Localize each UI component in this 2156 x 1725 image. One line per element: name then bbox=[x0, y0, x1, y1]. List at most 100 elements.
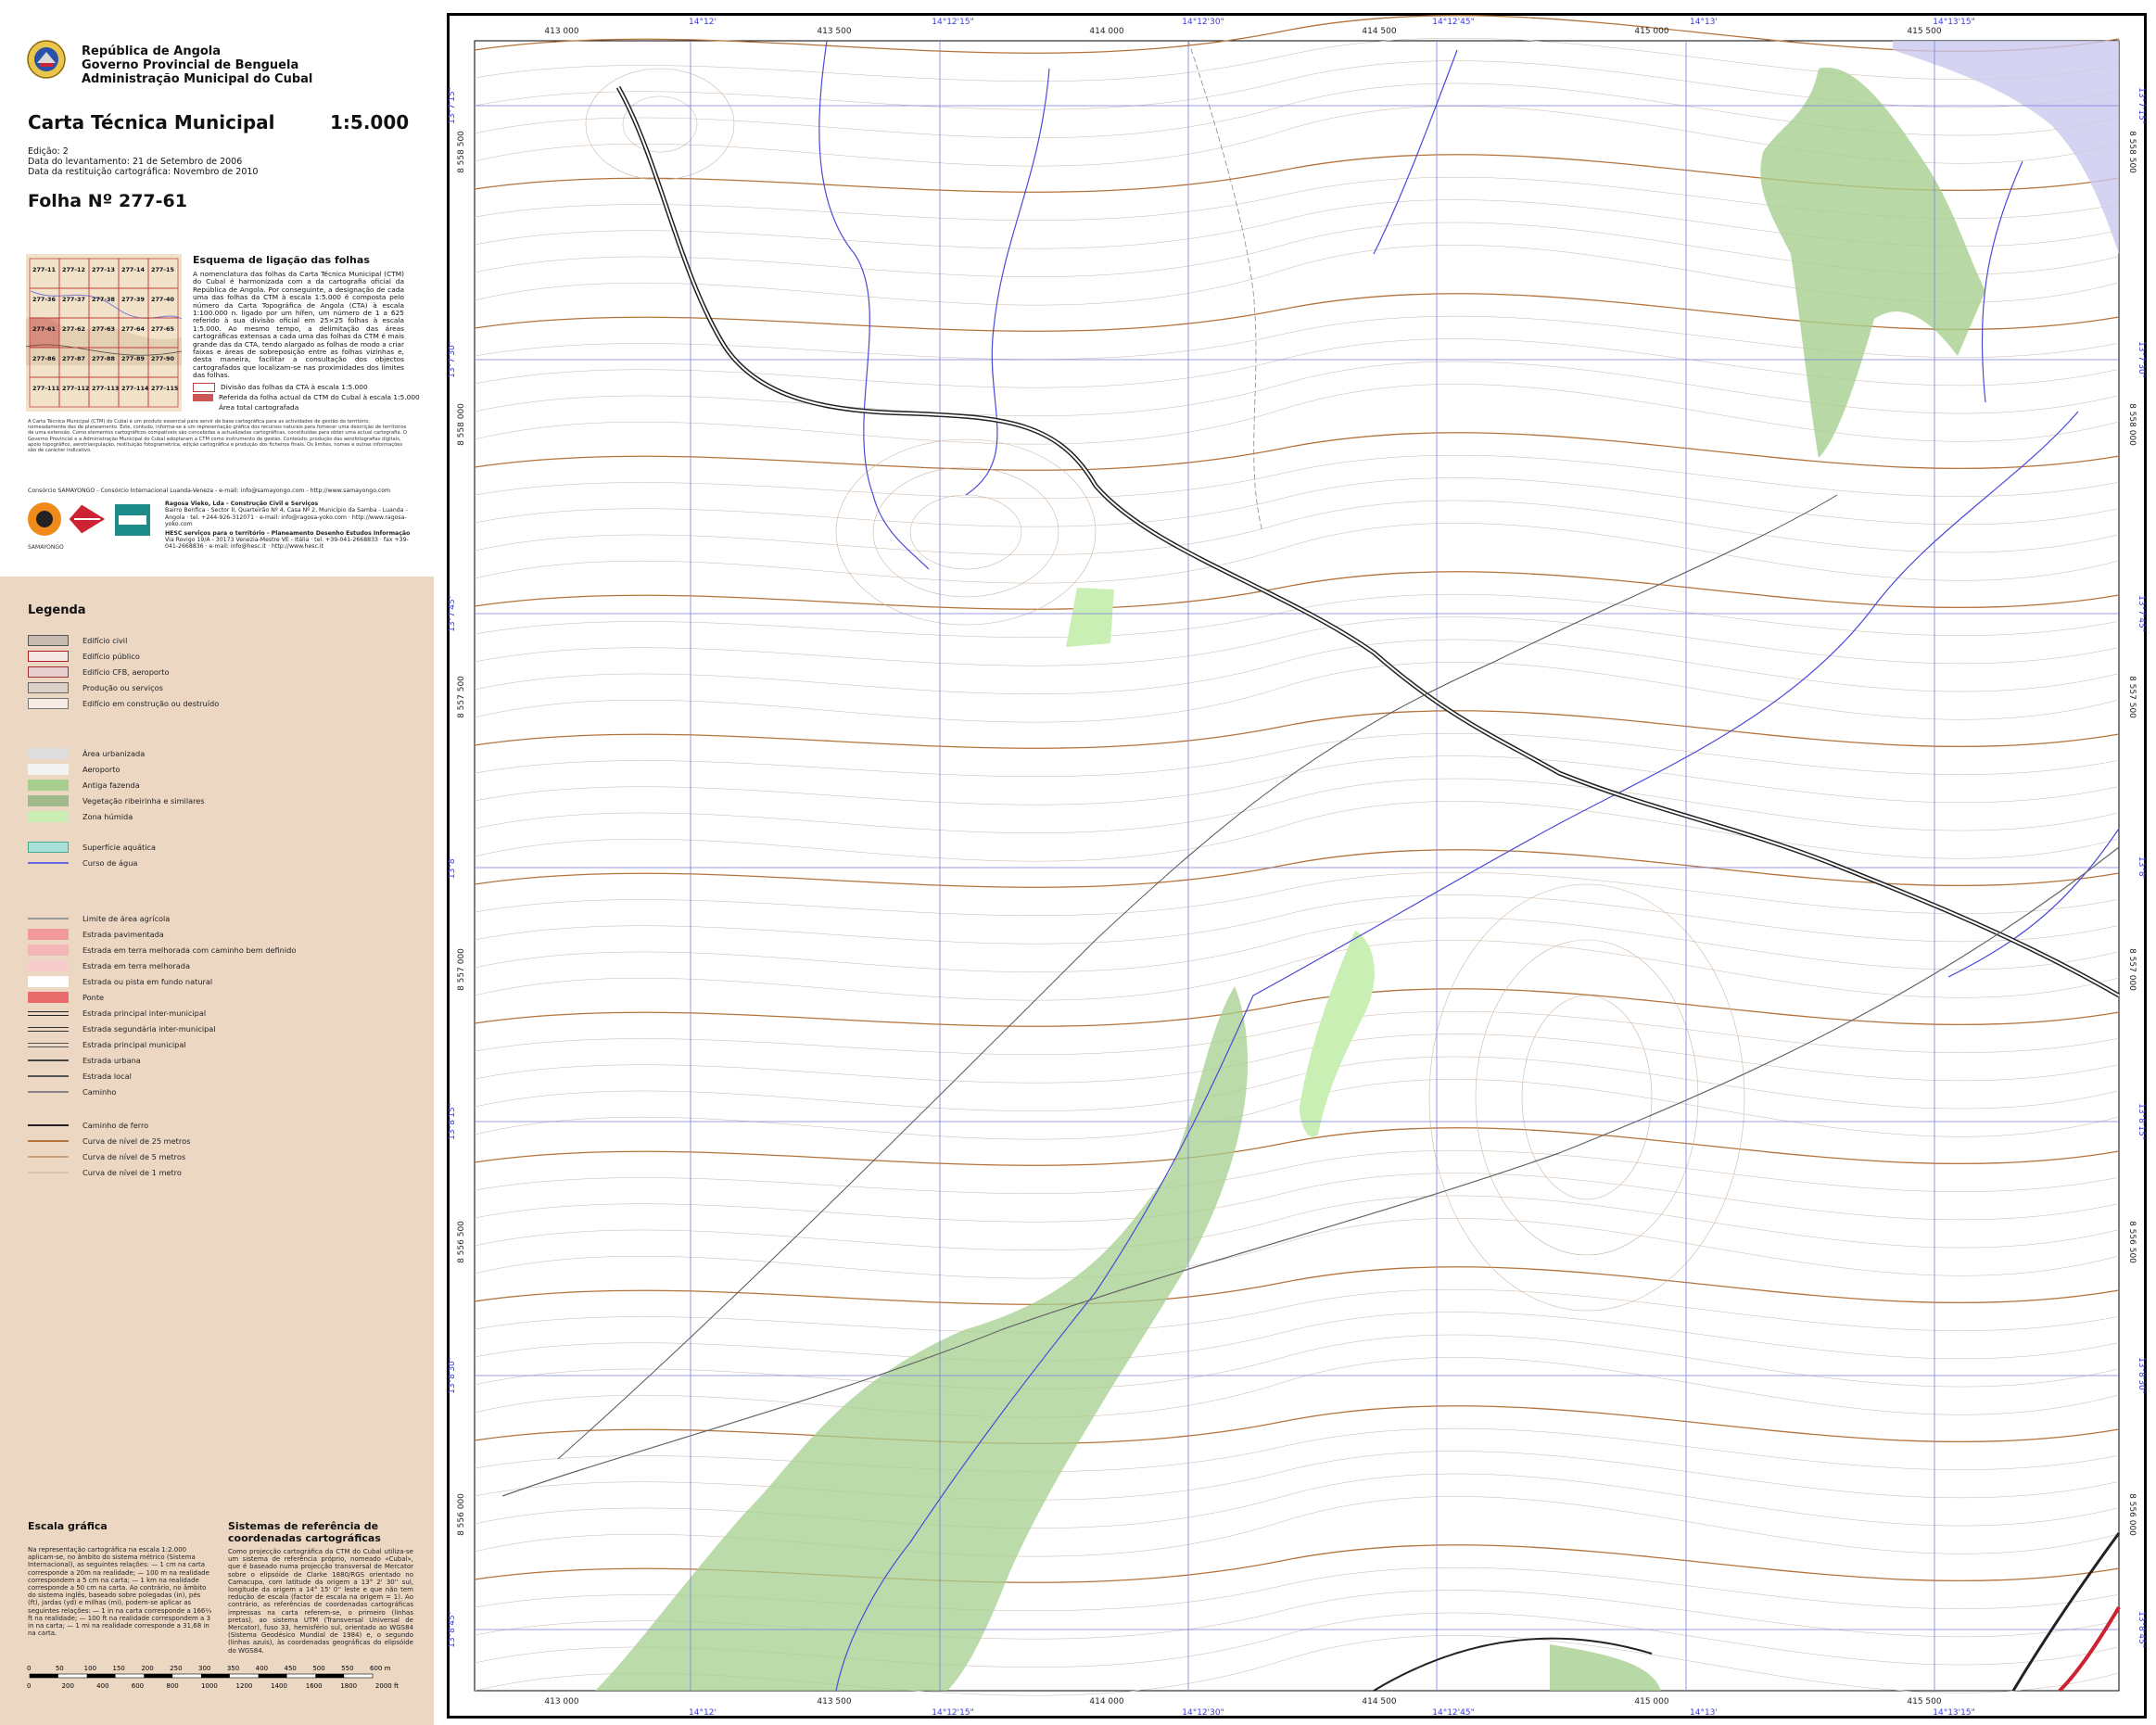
index-cell-label: 277-64 bbox=[121, 325, 145, 333]
contour-line bbox=[474, 733, 2120, 777]
index-cell-label: 277-112 bbox=[62, 385, 89, 392]
legend-item: Zona húmida bbox=[28, 810, 417, 823]
legend-label: Estrada local bbox=[82, 1072, 132, 1081]
wetland-zone bbox=[1066, 588, 1114, 647]
latitude-label: 13°7'45" bbox=[2137, 595, 2146, 632]
legend-item: Caminho bbox=[28, 1085, 417, 1098]
easting-label: 413 000 bbox=[544, 1697, 578, 1706]
scale-bar-segment bbox=[315, 1674, 345, 1678]
legend-swatch bbox=[28, 780, 69, 791]
legend-swatch bbox=[28, 1026, 69, 1032]
northing-label: 8 557 500 bbox=[2127, 676, 2137, 718]
index-cell-label: 277-13 bbox=[92, 266, 115, 273]
index-cell-label: 277-111 bbox=[32, 385, 59, 392]
scale-tick-metres: 150 bbox=[113, 1665, 125, 1672]
index-title: Esquema de ligação das folhas bbox=[193, 254, 370, 266]
legend-item: Curva de nível de 25 metros bbox=[28, 1135, 417, 1148]
legend-label: Antiga fazenda bbox=[82, 780, 140, 790]
legend-label: Estrada ou pista em fundo natural bbox=[82, 977, 213, 986]
ref-section-text: Como projecção cartográfica da CTM do Cu… bbox=[228, 1548, 413, 1655]
longitude-label: 14°12'45" bbox=[1432, 18, 1474, 27]
index-cell-label: 277-61 bbox=[32, 325, 56, 333]
index-legend-label: Divisão das folhas da CTA à escala 1:5.0… bbox=[221, 383, 368, 391]
easting-label: 414 500 bbox=[1362, 1697, 1396, 1706]
latitude-label: 13°8'30" bbox=[2137, 1357, 2146, 1394]
wetland-zone bbox=[1300, 931, 1375, 1137]
contour-line bbox=[585, 68, 735, 181]
legend-label: Limite de área agrícola bbox=[82, 914, 171, 923]
easting-label: 413 500 bbox=[817, 1697, 851, 1706]
scale-bar-segment bbox=[201, 1674, 230, 1678]
index-legend-swatch bbox=[193, 393, 213, 401]
header-line-3: Administração Municipal do Cubal bbox=[82, 72, 313, 86]
partner1-text: Bairro Benfica - Sector II, Quarteirão N… bbox=[165, 507, 408, 528]
easting-label: 414 000 bbox=[1089, 1697, 1123, 1706]
northing-label: 8 558 500 bbox=[457, 131, 466, 173]
northing-label: 8 557 000 bbox=[2127, 948, 2137, 991]
scale-tick-metres: 300 bbox=[198, 1665, 210, 1672]
scale-tick-feet: 1000 bbox=[201, 1682, 218, 1690]
index-cell-label: 277-37 bbox=[62, 296, 85, 303]
riparian-vegetation bbox=[1760, 67, 1985, 459]
contour-line bbox=[474, 523, 2120, 584]
legend-swatch bbox=[28, 1172, 69, 1173]
scale-bar-segment bbox=[86, 1674, 116, 1678]
index-cell-label: 277-39 bbox=[121, 296, 145, 303]
legend-item: Estrada em terra melhorada com caminho b… bbox=[28, 944, 417, 957]
legend-label: Estrada segundária inter-municipal bbox=[82, 1024, 216, 1034]
edition: Edição: 2 bbox=[28, 146, 69, 157]
legend-label: Área urbanizada bbox=[82, 749, 146, 758]
latitude-label: 13°8' bbox=[448, 856, 457, 879]
legend-item: Estrada local bbox=[28, 1070, 417, 1083]
northing-label: 8 556 500 bbox=[2127, 1221, 2137, 1263]
index-cell-label: 277-38 bbox=[92, 296, 115, 303]
latitude-label: 13°8'30" bbox=[448, 1357, 457, 1394]
northing-label: 8 558 500 bbox=[2127, 131, 2137, 173]
legend-swatch bbox=[28, 929, 69, 940]
legend-swatch bbox=[28, 698, 69, 709]
legend-item: Edifício em construção ou destruído bbox=[28, 697, 417, 710]
northing-label: 8 557 500 bbox=[457, 676, 466, 718]
contour-line bbox=[474, 778, 2120, 833]
northing-label: 8 558 000 bbox=[457, 403, 466, 446]
index-cell-label: 277-89 bbox=[121, 355, 145, 362]
legend-swatch bbox=[28, 842, 69, 853]
contour-line bbox=[474, 500, 2120, 555]
scale-bar-segment bbox=[144, 1674, 173, 1678]
samayongo-logo-icon bbox=[28, 502, 61, 536]
legend-item: Ponte bbox=[28, 991, 417, 1004]
scale-tick-feet: 1200 bbox=[236, 1682, 253, 1690]
index-legend: Divisão das folhas da CTA à escala 1:5.0… bbox=[193, 382, 420, 412]
partner2-text: Via Rovigo 19/A - 30173 Venezia-Mestre V… bbox=[165, 537, 409, 551]
scale-tick-feet: 1600 bbox=[306, 1682, 323, 1690]
contour-line bbox=[474, 38, 2120, 82]
contour-line bbox=[474, 361, 2120, 416]
legend-label: Curva de nível de 25 metros bbox=[82, 1136, 191, 1146]
scale-tick-metres: 0 bbox=[27, 1665, 31, 1672]
contour-line bbox=[474, 1357, 2120, 1418]
longitude-label: 14°13'15" bbox=[1933, 1708, 1974, 1718]
latitude-label: 13°8'15" bbox=[448, 1103, 457, 1140]
legend-swatch bbox=[28, 1156, 69, 1158]
latitude-label: 13°7'30" bbox=[448, 341, 457, 378]
legend-item: Curva de nível de 1 metro bbox=[28, 1166, 417, 1179]
longitude-label: 14°12'30" bbox=[1182, 1708, 1224, 1718]
legend-label: Produção ou serviços bbox=[82, 683, 163, 692]
index-cell-label: 277-86 bbox=[32, 355, 56, 362]
legend-label: Curso de água bbox=[82, 858, 138, 868]
legend-swatch bbox=[28, 764, 69, 775]
contour-line bbox=[474, 1127, 2120, 1166]
contour-line bbox=[474, 384, 2120, 445]
legend-swatch bbox=[28, 682, 69, 693]
restitution-date: Data da restituição cartográfica: Novemb… bbox=[28, 167, 259, 177]
government-header: República de Angola Governo Provincial d… bbox=[82, 44, 312, 86]
latitude-label: 13°8'45" bbox=[448, 1611, 457, 1648]
legend-swatch bbox=[28, 992, 69, 1003]
northing-label: 8 557 000 bbox=[457, 948, 466, 991]
contour-line bbox=[474, 1056, 2120, 1111]
ragosa-logo-icon bbox=[68, 503, 107, 535]
legend-item: Estrada ou pista em fundo natural bbox=[28, 975, 417, 988]
legend-swatch bbox=[28, 795, 69, 806]
legend-swatch bbox=[28, 1075, 69, 1077]
index-legend-item: Área total cartografada bbox=[193, 402, 420, 412]
